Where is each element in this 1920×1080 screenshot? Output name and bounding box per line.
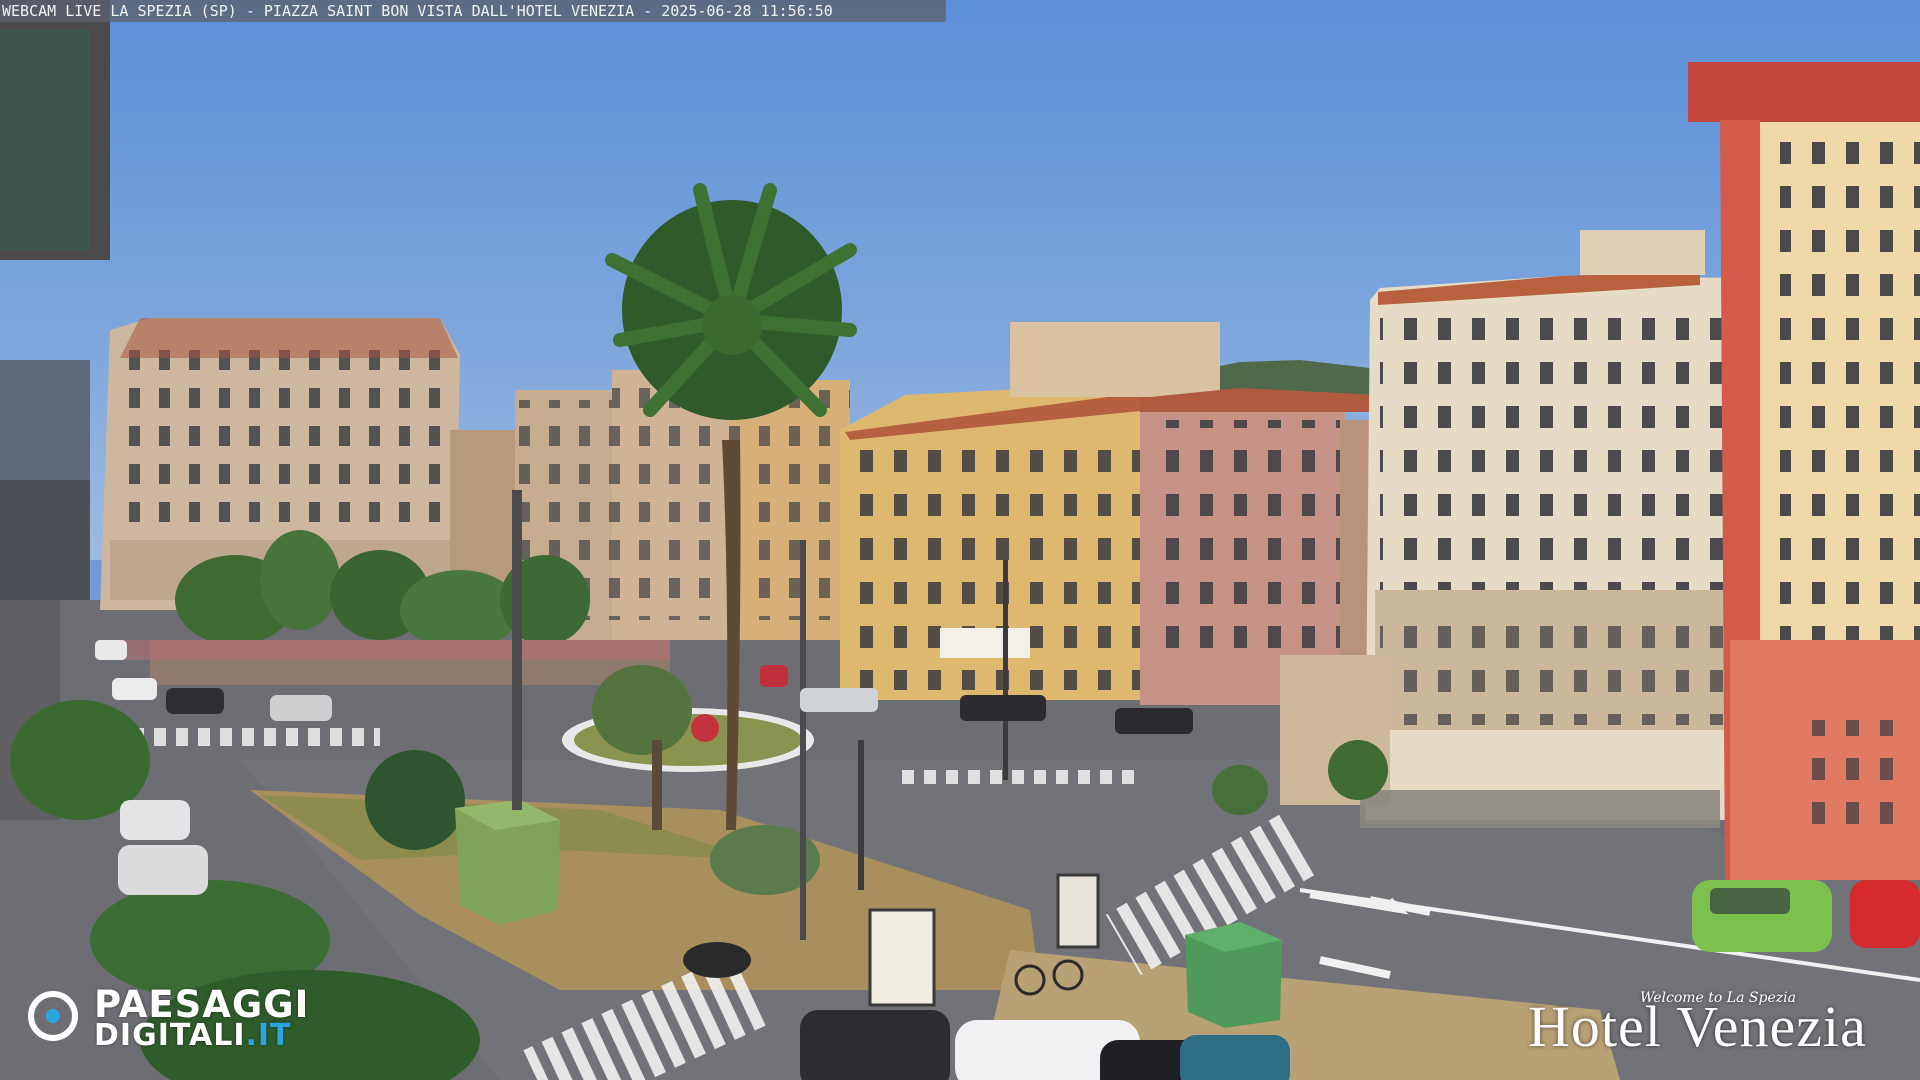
logo-left-line2: DIGITALI.IT [94,1019,292,1053]
logo-left-word: DIGITALI [94,1018,246,1053]
camera-lens-icon [28,991,78,1041]
logo-left-tld: .IT [245,1018,292,1053]
webcam-frame: WEBCAM LIVE LA SPEZIA (SP) - PIAZZA SAIN… [0,0,1920,1080]
hotel-venezia-logo: Welcome to La Spezia Hotel Venezia [1528,988,1908,1068]
recycling-bin-left [455,800,560,925]
paesaggi-digitali-logo: PAESAGGI DIGITALI.IT [28,985,348,1055]
scene-image [0,0,1920,1080]
car-red [1850,880,1920,948]
logo-right-name: Hotel Venezia [1528,994,1867,1059]
ad-sign-left [868,908,936,1007]
webcam-caption: WEBCAM LIVE LA SPEZIA (SP) - PIAZZA SAIN… [0,0,946,22]
olive-tree [592,665,692,755]
shrub-left [365,750,465,850]
recycling-bin-right [1185,922,1282,1028]
